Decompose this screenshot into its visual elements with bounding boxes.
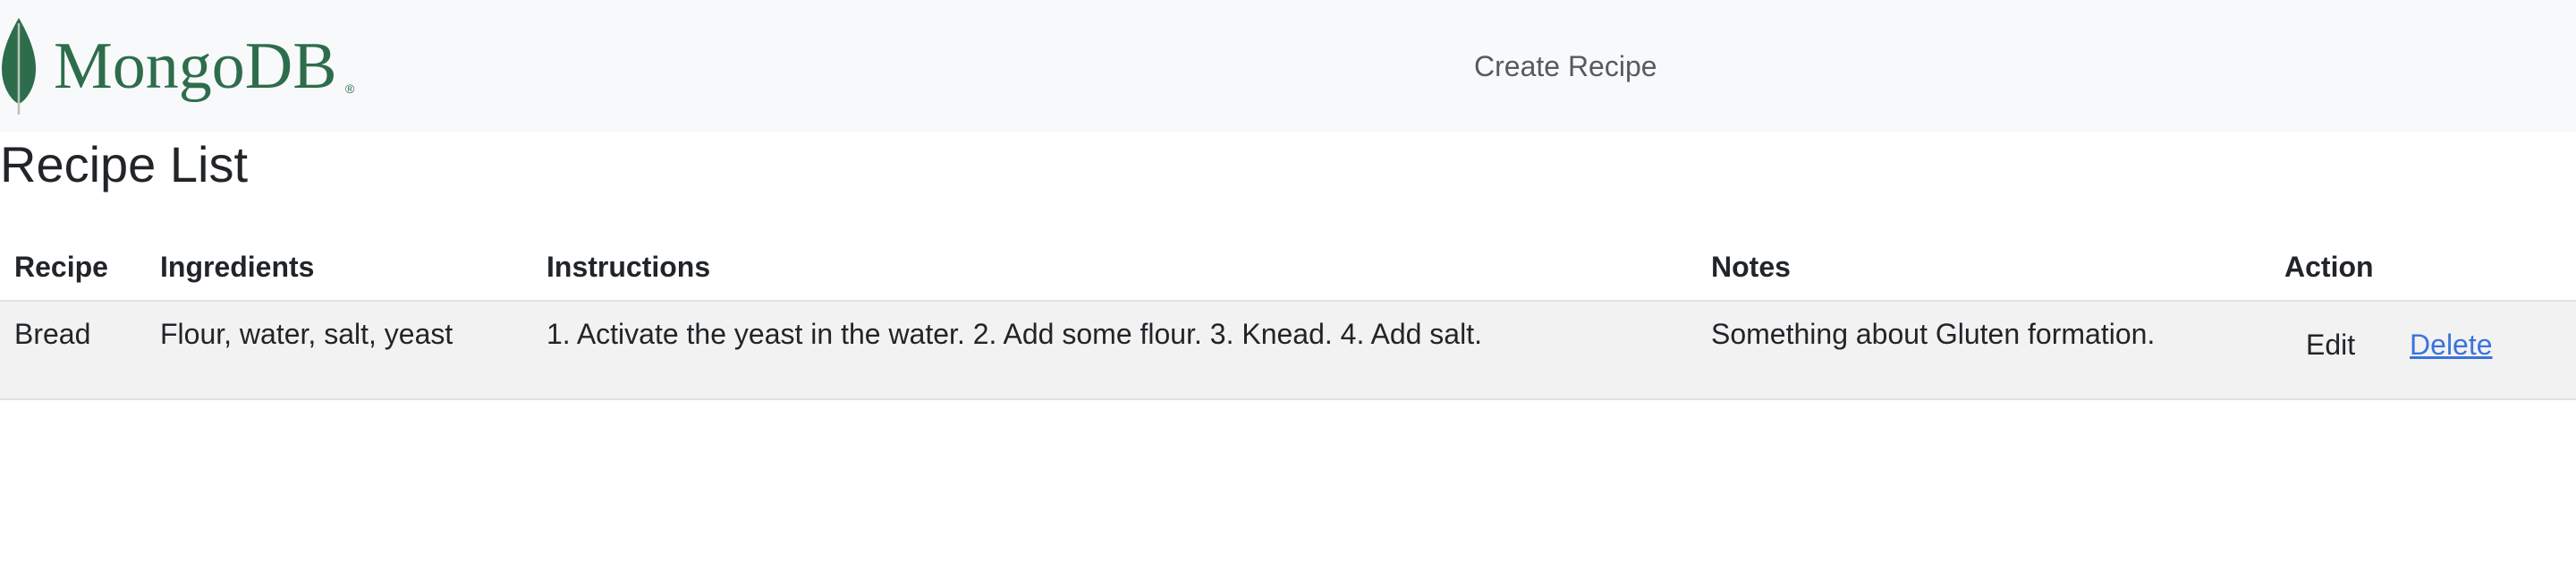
- recipe-table: Recipe Ingredients Instructions Notes Ac…: [0, 235, 2576, 400]
- navbar: MongoDB ® Create Recipe: [0, 0, 2576, 132]
- svg-text:MongoDB: MongoDB: [54, 30, 337, 103]
- header-instructions: Instructions: [532, 235, 1697, 302]
- cell-ingredients: Flour, water, salt, yeast: [146, 301, 532, 400]
- edit-button[interactable]: Edit: [2292, 325, 2369, 365]
- header-notes: Notes: [1697, 235, 2270, 302]
- header-action: Action: [2270, 235, 2576, 302]
- brand-logo-link[interactable]: MongoDB ®: [0, 16, 367, 116]
- create-recipe-link[interactable]: Create Recipe: [1474, 47, 1657, 86]
- header-ingredients: Ingredients: [146, 235, 532, 302]
- cell-action: Edit Delete: [2270, 301, 2576, 400]
- delete-button[interactable]: Delete: [2395, 325, 2507, 365]
- table-row: Bread Flour, water, salt, yeast 1. Activ…: [0, 301, 2576, 400]
- cell-notes: Something about Gluten formation.: [1697, 301, 2270, 400]
- header-recipe: Recipe: [0, 235, 146, 302]
- table-header-row: Recipe Ingredients Instructions Notes Ac…: [0, 235, 2576, 302]
- cell-instructions: 1. Activate the yeast in the water. 2. A…: [532, 301, 1697, 400]
- mongodb-leaf-icon: MongoDB ®: [1, 18, 355, 115]
- cell-recipe: Bread: [0, 301, 146, 400]
- page-title: Recipe List: [0, 136, 249, 192]
- svg-text:®: ®: [345, 81, 355, 96]
